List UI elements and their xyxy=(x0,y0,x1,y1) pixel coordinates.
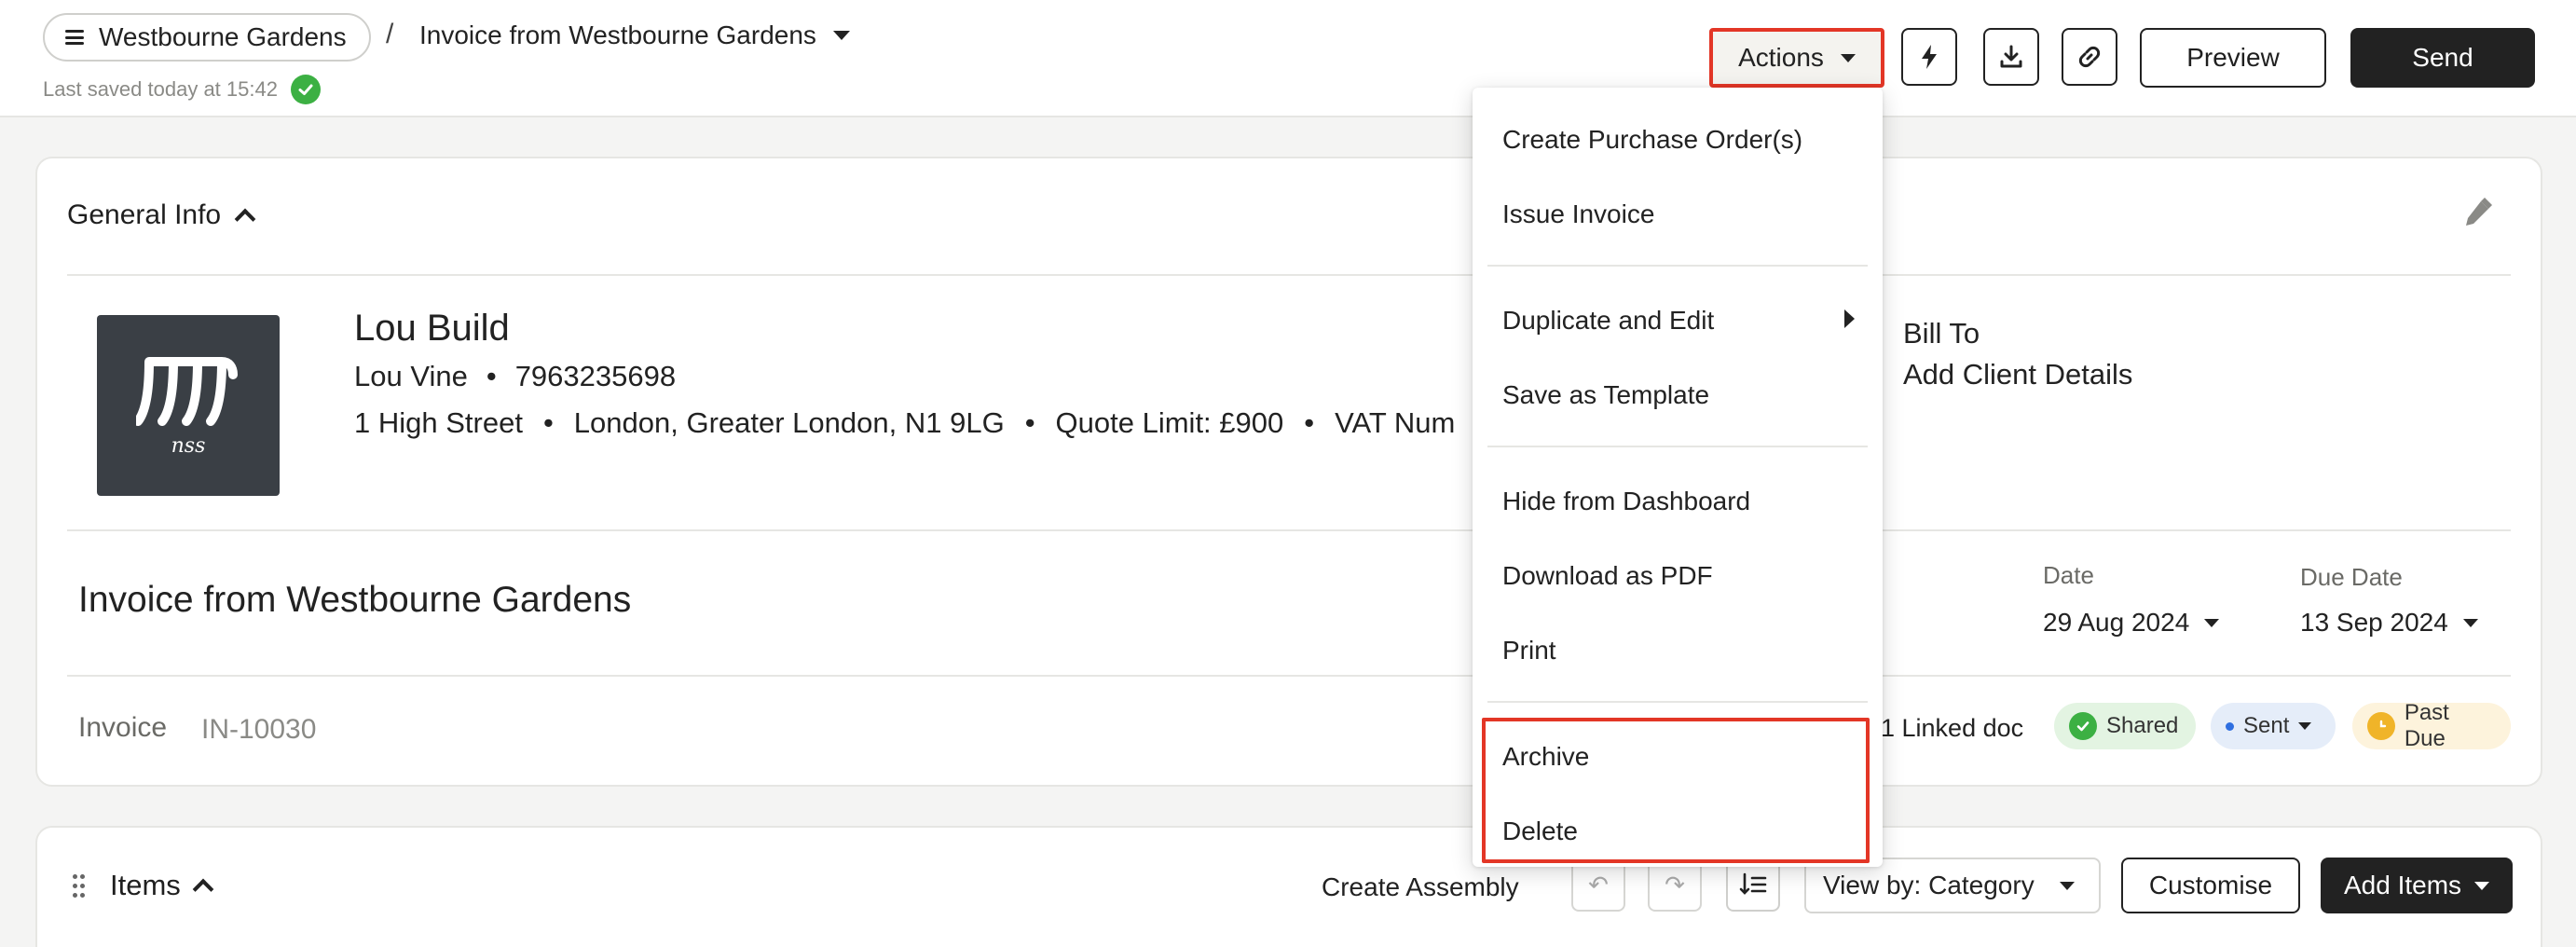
workspace-name: Westbourne Gardens xyxy=(99,22,347,51)
status-dot-icon xyxy=(2226,721,2234,731)
drag-handle-icon[interactable] xyxy=(73,874,86,899)
download-button[interactable] xyxy=(1983,28,2039,86)
general-info-title: General Info xyxy=(67,199,222,230)
add-client-details-link[interactable]: Add Client Details xyxy=(1903,358,2132,391)
chevron-down-icon xyxy=(2204,618,2220,627)
view-by-value: View by: Category xyxy=(1823,871,2035,899)
actions-label: Actions xyxy=(1738,43,1824,72)
create-assembly-button[interactable]: Create Assembly xyxy=(1322,872,1519,902)
menu-icon xyxy=(65,30,84,45)
chevron-up-icon xyxy=(192,878,214,900)
date-label: Date xyxy=(2043,561,2094,589)
items-title: Items xyxy=(110,869,181,901)
undo-icon: ↶ xyxy=(1588,870,1609,899)
pencil-icon[interactable] xyxy=(2460,198,2492,229)
address-city: London, Greater London, N1 9LG xyxy=(573,406,1005,439)
date-picker[interactable]: 29 Aug 2024 xyxy=(2043,608,2220,638)
address-street: 1 High Street xyxy=(354,406,523,439)
saved-status-text: Last saved today at 15:42 xyxy=(43,77,278,101)
badge-label: Shared xyxy=(2106,713,2179,738)
document-number[interactable]: IN-10030 xyxy=(201,714,316,746)
menu-item-delete[interactable]: Delete xyxy=(1502,817,1578,846)
chevron-right-icon xyxy=(1844,309,1855,328)
chevron-down-icon xyxy=(832,31,850,40)
bullet: • xyxy=(1304,406,1315,439)
menu-item-archive[interactable]: Archive xyxy=(1502,742,1589,772)
actions-menu: Create Purchase Order(s) Issue Invoice D… xyxy=(1473,88,1883,867)
due-date-value: 13 Sep 2024 xyxy=(2300,608,2448,637)
lightning-icon xyxy=(1922,45,1937,69)
divider xyxy=(67,675,2511,677)
general-info-card xyxy=(35,157,2542,787)
breadcrumb-separator: / xyxy=(386,19,394,49)
status-badge-past-due[interactable]: Past Due xyxy=(2352,700,2511,751)
chevron-down-icon xyxy=(2060,881,2075,890)
document-type: Invoice xyxy=(78,712,168,743)
chevron-down-icon xyxy=(2462,618,2478,627)
add-items-button[interactable]: Add Items xyxy=(2321,858,2513,913)
menu-item-create-purchase-orders[interactable]: Create Purchase Order(s) xyxy=(1502,125,1802,155)
workspace-breadcrumb[interactable]: Westbourne Gardens xyxy=(43,13,371,62)
sort-icon xyxy=(1739,872,1767,895)
check-circle-icon xyxy=(290,75,321,104)
status-badge-shared[interactable]: Shared xyxy=(2054,703,2196,749)
divider xyxy=(67,274,2511,276)
badge-label: Sent xyxy=(2243,713,2290,738)
status-badge-sent[interactable]: Sent xyxy=(2211,703,2336,749)
items-toggle[interactable]: Items xyxy=(110,869,214,902)
due-date-label: Due Date xyxy=(2300,563,2403,591)
automation-button[interactable] xyxy=(1901,28,1957,86)
preview-button[interactable]: Preview xyxy=(2140,28,2326,88)
due-date-picker[interactable]: 13 Sep 2024 xyxy=(2300,608,2478,638)
company-logo: nss xyxy=(97,315,280,496)
chevron-up-icon xyxy=(234,208,256,230)
top-bar: Westbourne Gardens / Invoice from Westbo… xyxy=(0,0,2576,117)
menu-item-print[interactable]: Print xyxy=(1502,636,1556,666)
clock-icon xyxy=(2367,712,2395,740)
download-icon xyxy=(2000,45,2022,68)
link-icon xyxy=(2078,46,2101,68)
company-name: Lou Build xyxy=(354,308,510,349)
bullet: • xyxy=(486,360,497,392)
quote-limit: Quote Limit: £900 xyxy=(1055,406,1284,439)
check-circle-icon xyxy=(2069,712,2097,740)
chevron-down-icon xyxy=(1840,53,1856,62)
chevron-down-icon xyxy=(2298,722,2312,730)
add-items-label: Add Items xyxy=(2343,871,2462,899)
badge-label: Past Due xyxy=(2404,700,2449,751)
divider xyxy=(67,529,2511,531)
general-info-toggle[interactable]: General Info xyxy=(67,199,256,231)
saved-status: Last saved today at 15:42 xyxy=(43,75,321,104)
customise-button[interactable]: Customise xyxy=(2121,858,2300,913)
vat-number: VAT Num xyxy=(1335,406,1456,439)
copy-link-button[interactable] xyxy=(2062,28,2117,86)
bullet: • xyxy=(542,406,554,439)
company-contact: Lou Vine • 7963235698 xyxy=(354,360,676,393)
bullet: • xyxy=(1024,406,1035,439)
chevron-down-icon xyxy=(2474,881,2490,890)
bill-to-label: Bill To xyxy=(1903,317,1980,350)
send-button[interactable]: Send xyxy=(2350,28,2535,88)
menu-divider xyxy=(1487,446,1868,447)
logo-mark xyxy=(136,356,238,426)
date-value: 29 Aug 2024 xyxy=(2043,608,2190,637)
document-title: Invoice from Westbourne Gardens xyxy=(419,21,816,49)
contact-name: Lou Vine xyxy=(354,360,468,392)
invoice-heading[interactable]: Invoice from Westbourne Gardens xyxy=(78,580,631,621)
contact-phone: 7963235698 xyxy=(514,360,677,392)
menu-item-download-as-pdf[interactable]: Download as PDF xyxy=(1502,561,1713,591)
logo-text: nss xyxy=(171,433,206,458)
redo-icon: ↷ xyxy=(1665,870,1685,899)
menu-item-hide-from-dashboard[interactable]: Hide from Dashboard xyxy=(1502,487,1750,516)
menu-divider xyxy=(1487,265,1868,267)
menu-item-duplicate-and-edit[interactable]: Duplicate and Edit xyxy=(1502,306,1714,336)
company-address: 1 High Street • London, Greater London, … xyxy=(354,406,1473,440)
document-title-dropdown[interactable]: Invoice from Westbourne Gardens xyxy=(419,21,850,50)
menu-item-save-as-template[interactable]: Save as Template xyxy=(1502,380,1709,410)
menu-item-issue-invoice[interactable]: Issue Invoice xyxy=(1502,199,1654,229)
linked-docs-link[interactable]: 1 Linked doc xyxy=(1881,714,2023,743)
menu-divider xyxy=(1487,701,1868,703)
actions-button[interactable]: Actions xyxy=(1709,28,1884,88)
